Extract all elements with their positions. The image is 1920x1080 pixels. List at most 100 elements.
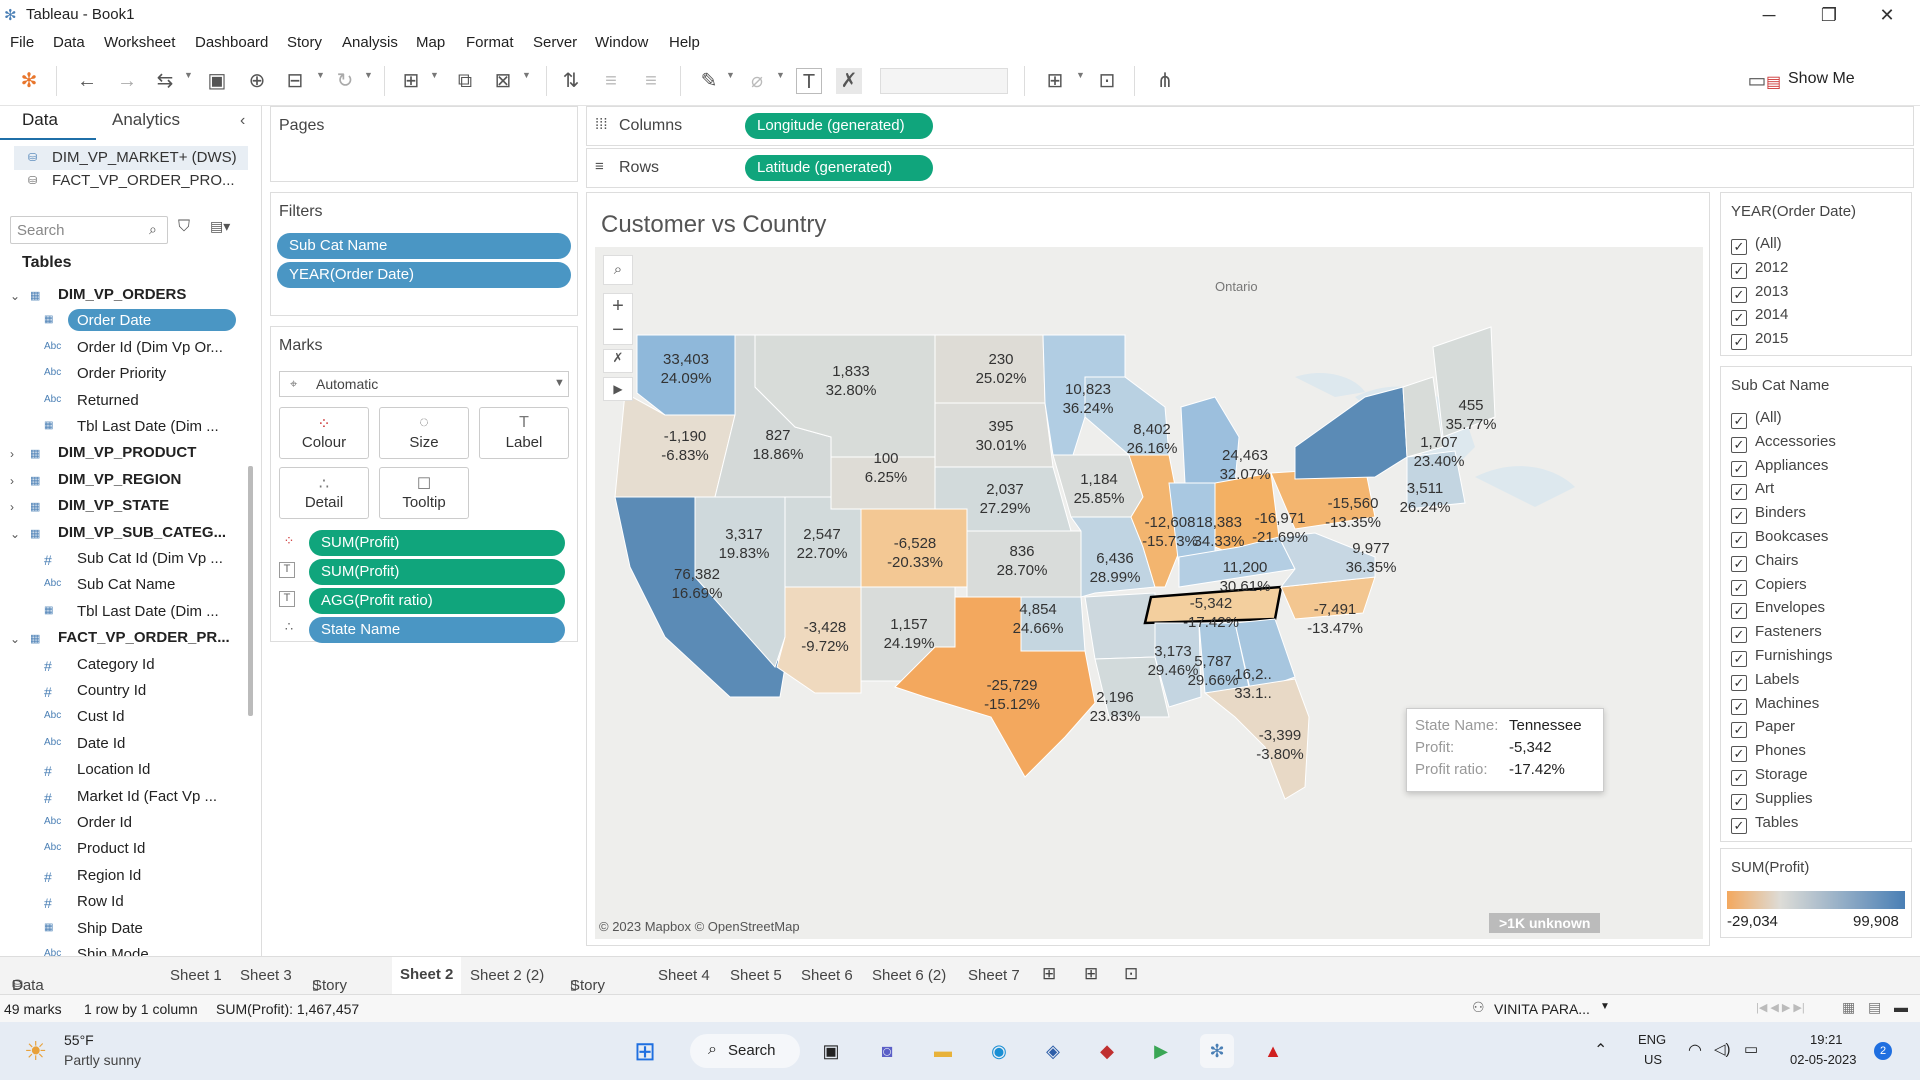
field-item[interactable]: Order Priority bbox=[77, 365, 166, 382]
filter-icon[interactable]: ⛉ bbox=[178, 218, 190, 236]
filter-checkbox-item[interactable]: ✓ Labels bbox=[1731, 671, 1799, 691]
table-item[interactable]: DIM_VP_PRODUCT bbox=[58, 444, 196, 461]
checkbox-icon[interactable]: ✓ bbox=[1731, 484, 1747, 501]
tooltip-button[interactable]: ☐ Tooltip bbox=[379, 467, 469, 519]
filmstrip-icon[interactable]: ▤ bbox=[1868, 999, 1881, 1016]
field-item[interactable]: Sub Cat Id (Dim Vp ... bbox=[77, 550, 223, 567]
scrollbar[interactable] bbox=[248, 466, 253, 716]
label-button[interactable]: T Label bbox=[479, 407, 569, 459]
refresh-icon[interactable]: ↻ bbox=[332, 68, 358, 94]
sort-ascending-icon[interactable]: ≡ bbox=[598, 68, 624, 94]
edge-icon[interactable]: ◉ bbox=[982, 1034, 1016, 1068]
chevron-right-icon[interactable]: › bbox=[10, 500, 14, 514]
field-item[interactable]: Region Id bbox=[77, 867, 141, 884]
filter-checkbox-item[interactable]: ✓ Furnishings bbox=[1731, 647, 1833, 667]
field-item[interactable]: Order Id (Dim Vp Or... bbox=[77, 339, 223, 356]
menu-dashboard[interactable]: Dashboard bbox=[195, 34, 268, 51]
table-item[interactable]: DIM_VP_ORDERS bbox=[58, 286, 186, 303]
share-icon[interactable]: ⋔ bbox=[1152, 68, 1178, 94]
field-item[interactable]: Ship Date bbox=[77, 920, 143, 937]
filter-checkbox-item[interactable]: ✓ Accessories bbox=[1731, 433, 1836, 453]
chevron-down-icon[interactable]: ⌄ bbox=[10, 527, 20, 541]
menu-worksheet[interactable]: Worksheet bbox=[104, 34, 175, 51]
checkbox-icon[interactable]: ✓ bbox=[1731, 651, 1747, 667]
expand-toolbar-icon[interactable]: ▶ bbox=[603, 377, 633, 401]
rows-shelf[interactable]: ≡ Rows Latitude (generated) bbox=[586, 148, 1914, 188]
checkbox-icon[interactable]: ✓ bbox=[1731, 413, 1747, 429]
tab-sheet-5[interactable]: Sheet 5 bbox=[730, 967, 782, 984]
fit-dropdown[interactable] bbox=[880, 68, 1008, 94]
field-item[interactable]: Category Id bbox=[77, 656, 155, 673]
marks-field-pill[interactable]: SUM(Profit) bbox=[309, 530, 565, 556]
checkbox-icon[interactable]: ✓ bbox=[1731, 239, 1747, 255]
reset-map-icon[interactable]: ✗ bbox=[603, 349, 633, 373]
columns-shelf[interactable]: ⁞⁞⁞ Columns Longitude (generated) bbox=[586, 106, 1914, 146]
checkbox-icon[interactable]: ✓ bbox=[1731, 674, 1747, 691]
checkbox-icon[interactable]: ✓ bbox=[1731, 555, 1747, 572]
filter-checkbox-item[interactable]: ✓ Tables bbox=[1731, 814, 1798, 834]
menu-format[interactable]: Format bbox=[466, 34, 514, 51]
tab-data[interactable]: Data bbox=[0, 110, 96, 140]
media-player-icon[interactable]: ▶ bbox=[1144, 1034, 1178, 1068]
table-item[interactable]: DIM_VP_SUB_CATEG... bbox=[58, 524, 226, 541]
tab-sheet-3[interactable]: Sheet 3 bbox=[240, 967, 292, 984]
rows-pill[interactable]: Latitude (generated) bbox=[745, 155, 933, 181]
filter-checkbox-item[interactable]: ✓ Fasteners bbox=[1731, 623, 1822, 644]
menu-server[interactable]: Server bbox=[533, 34, 577, 51]
columns-pill[interactable]: Longitude (generated) bbox=[745, 113, 933, 139]
table-item[interactable]: DIM_VP_STATE bbox=[58, 497, 169, 514]
datasource-item[interactable]: FACT_VP_ORDER_PRO... bbox=[52, 172, 235, 189]
filter-checkbox-item[interactable]: ✓ (All) bbox=[1731, 235, 1782, 255]
table-item[interactable]: FACT_VP_ORDER_PR... bbox=[58, 629, 230, 646]
field-item[interactable]: Product Id bbox=[77, 840, 145, 857]
teams-icon[interactable]: ◙ bbox=[870, 1034, 904, 1068]
menu-story[interactable]: Story bbox=[287, 34, 322, 51]
checkbox-icon[interactable]: ✓ bbox=[1731, 286, 1747, 303]
field-item[interactable]: Order Id bbox=[77, 814, 132, 831]
checkbox-icon[interactable]: ✓ bbox=[1731, 310, 1747, 327]
windows-start-icon[interactable]: ⊞ bbox=[628, 1034, 662, 1068]
map-search-icon[interactable]: ⌕ bbox=[603, 255, 633, 285]
file-explorer-icon[interactable]: ▬ bbox=[926, 1034, 960, 1068]
checkbox-icon[interactable]: ✓ bbox=[1731, 698, 1747, 715]
show-mark-labels-icon[interactable]: T bbox=[796, 68, 822, 94]
menu-analysis[interactable]: Analysis bbox=[342, 34, 398, 51]
clock-date[interactable]: 02-05-2023 bbox=[1790, 1052, 1857, 1067]
checkbox-icon[interactable]: ✓ bbox=[1731, 508, 1747, 525]
chevron-right-icon[interactable]: › bbox=[10, 474, 14, 488]
tableau-home-icon[interactable]: ✻ bbox=[16, 68, 42, 94]
show-labels-icon[interactable]: ⊞ bbox=[1042, 68, 1068, 94]
filter-checkbox-item[interactable]: ✓ Binders bbox=[1731, 504, 1806, 525]
menu-window[interactable]: Window bbox=[595, 34, 648, 51]
checkbox-icon[interactable]: ✓ bbox=[1731, 746, 1747, 763]
tab-sheet-7[interactable]: Sheet 7 bbox=[968, 967, 1020, 984]
map-canvas[interactable] bbox=[595, 247, 1703, 939]
user-name[interactable]: VINITA PARA... bbox=[1494, 1001, 1590, 1017]
checkbox-icon[interactable]: ✓ bbox=[1731, 770, 1747, 786]
field-item[interactable]: Order Date bbox=[77, 312, 151, 329]
checkbox-icon[interactable]: ✓ bbox=[1731, 460, 1747, 477]
field-item[interactable]: Date Id bbox=[77, 735, 125, 752]
checkbox-icon[interactable]: ✓ bbox=[1731, 262, 1747, 279]
field-item[interactable]: Row Id bbox=[77, 893, 124, 910]
table-item[interactable]: DIM_VP_REGION bbox=[58, 471, 181, 488]
field-item[interactable]: Location Id bbox=[77, 761, 150, 778]
filter-checkbox-item[interactable]: ✓ 2012 bbox=[1731, 259, 1788, 279]
marks-field-pill[interactable]: SUM(Profit) bbox=[309, 559, 565, 585]
undo-icon[interactable]: ← bbox=[74, 68, 100, 94]
checkbox-icon[interactable]: ✓ bbox=[1731, 532, 1747, 548]
detail-button[interactable]: ∴ Detail bbox=[279, 467, 369, 519]
new-worksheet-icon[interactable]: ⊞ bbox=[398, 68, 424, 94]
duplicate-sheet-icon[interactable]: ⧉ bbox=[452, 68, 478, 94]
collapse-pane-icon[interactable]: ‹ bbox=[240, 112, 245, 130]
sheet-navigation-icons[interactable]: |◀ ◀ ▶ ▶| bbox=[1756, 1001, 1805, 1014]
checkbox-icon[interactable]: ✓ bbox=[1731, 817, 1747, 834]
tableau-taskbar-icon[interactable]: ✻ bbox=[1200, 1034, 1234, 1068]
filter-checkbox-item[interactable]: ✓ Bookcases bbox=[1731, 528, 1828, 548]
menu-file[interactable]: File bbox=[10, 34, 34, 51]
tab-analytics[interactable]: Analytics bbox=[112, 110, 180, 140]
tab-sheet-2-active[interactable]: Sheet 2 bbox=[392, 957, 462, 994]
wifi-icon[interactable]: ◠ bbox=[1688, 1040, 1702, 1060]
maximize-button[interactable]: ❐ bbox=[1806, 2, 1852, 28]
new-datasource-icon[interactable]: ⊕ bbox=[244, 68, 270, 94]
